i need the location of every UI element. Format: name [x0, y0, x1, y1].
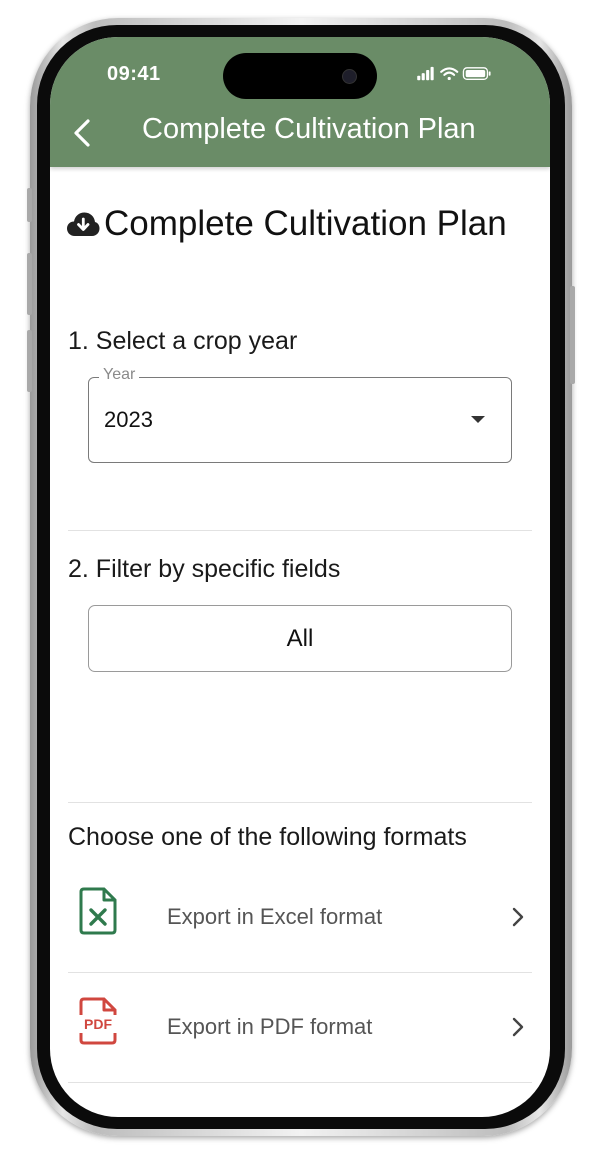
caret-down-icon	[471, 416, 485, 423]
crop-year-select[interactable]: Year 2023	[88, 366, 512, 463]
export-excel-row[interactable]: Export in Excel format	[68, 863, 532, 973]
wifi-icon	[440, 67, 459, 81]
chevron-left-icon	[74, 119, 90, 147]
export-pdf-row[interactable]: PDF Export in PDF format	[68, 973, 532, 1083]
pdf-file-icon: PDF	[78, 997, 118, 1045]
step1-label: 1. Select a crop year	[68, 327, 298, 355]
cloud-download-icon	[67, 212, 100, 236]
svg-text:PDF: PDF	[84, 1016, 112, 1032]
page-title-row: Complete Cultivation Plan	[66, 204, 507, 244]
field-filter-button[interactable]: All	[88, 605, 512, 672]
step2-label: 2. Filter by specific fields	[68, 555, 341, 583]
phone-screen: 09:41 Complete Cultivation Plan Complete…	[50, 37, 550, 1117]
chevron-right-icon	[512, 1017, 524, 1037]
export-excel-label: Export in Excel format	[167, 904, 383, 929]
chevron-right-icon	[512, 907, 524, 927]
divider	[68, 802, 532, 803]
formats-label: Choose one of the following formats	[68, 823, 467, 851]
power-button	[570, 286, 575, 384]
divider	[68, 1082, 532, 1083]
status-icons	[417, 66, 491, 81]
select-value: 2023	[104, 407, 153, 432]
header-title: Complete Cultivation Plan	[142, 113, 476, 145]
app-header: 09:41 Complete Cultivation Plan	[50, 37, 550, 167]
divider	[68, 530, 532, 531]
signal-icon	[417, 66, 434, 81]
dynamic-island	[223, 53, 377, 99]
status-time: 09:41	[107, 63, 161, 85]
page-title: Complete Cultivation Plan	[104, 204, 507, 243]
back-button[interactable]	[60, 111, 104, 155]
volume-down-button	[27, 330, 32, 392]
camera-icon	[342, 69, 357, 84]
excel-file-icon	[79, 887, 117, 935]
silent-switch	[27, 188, 32, 222]
volume-up-button	[27, 253, 32, 315]
battery-icon	[462, 67, 491, 80]
select-legend: Year	[99, 366, 140, 384]
export-pdf-label: Export in PDF format	[167, 1014, 373, 1039]
